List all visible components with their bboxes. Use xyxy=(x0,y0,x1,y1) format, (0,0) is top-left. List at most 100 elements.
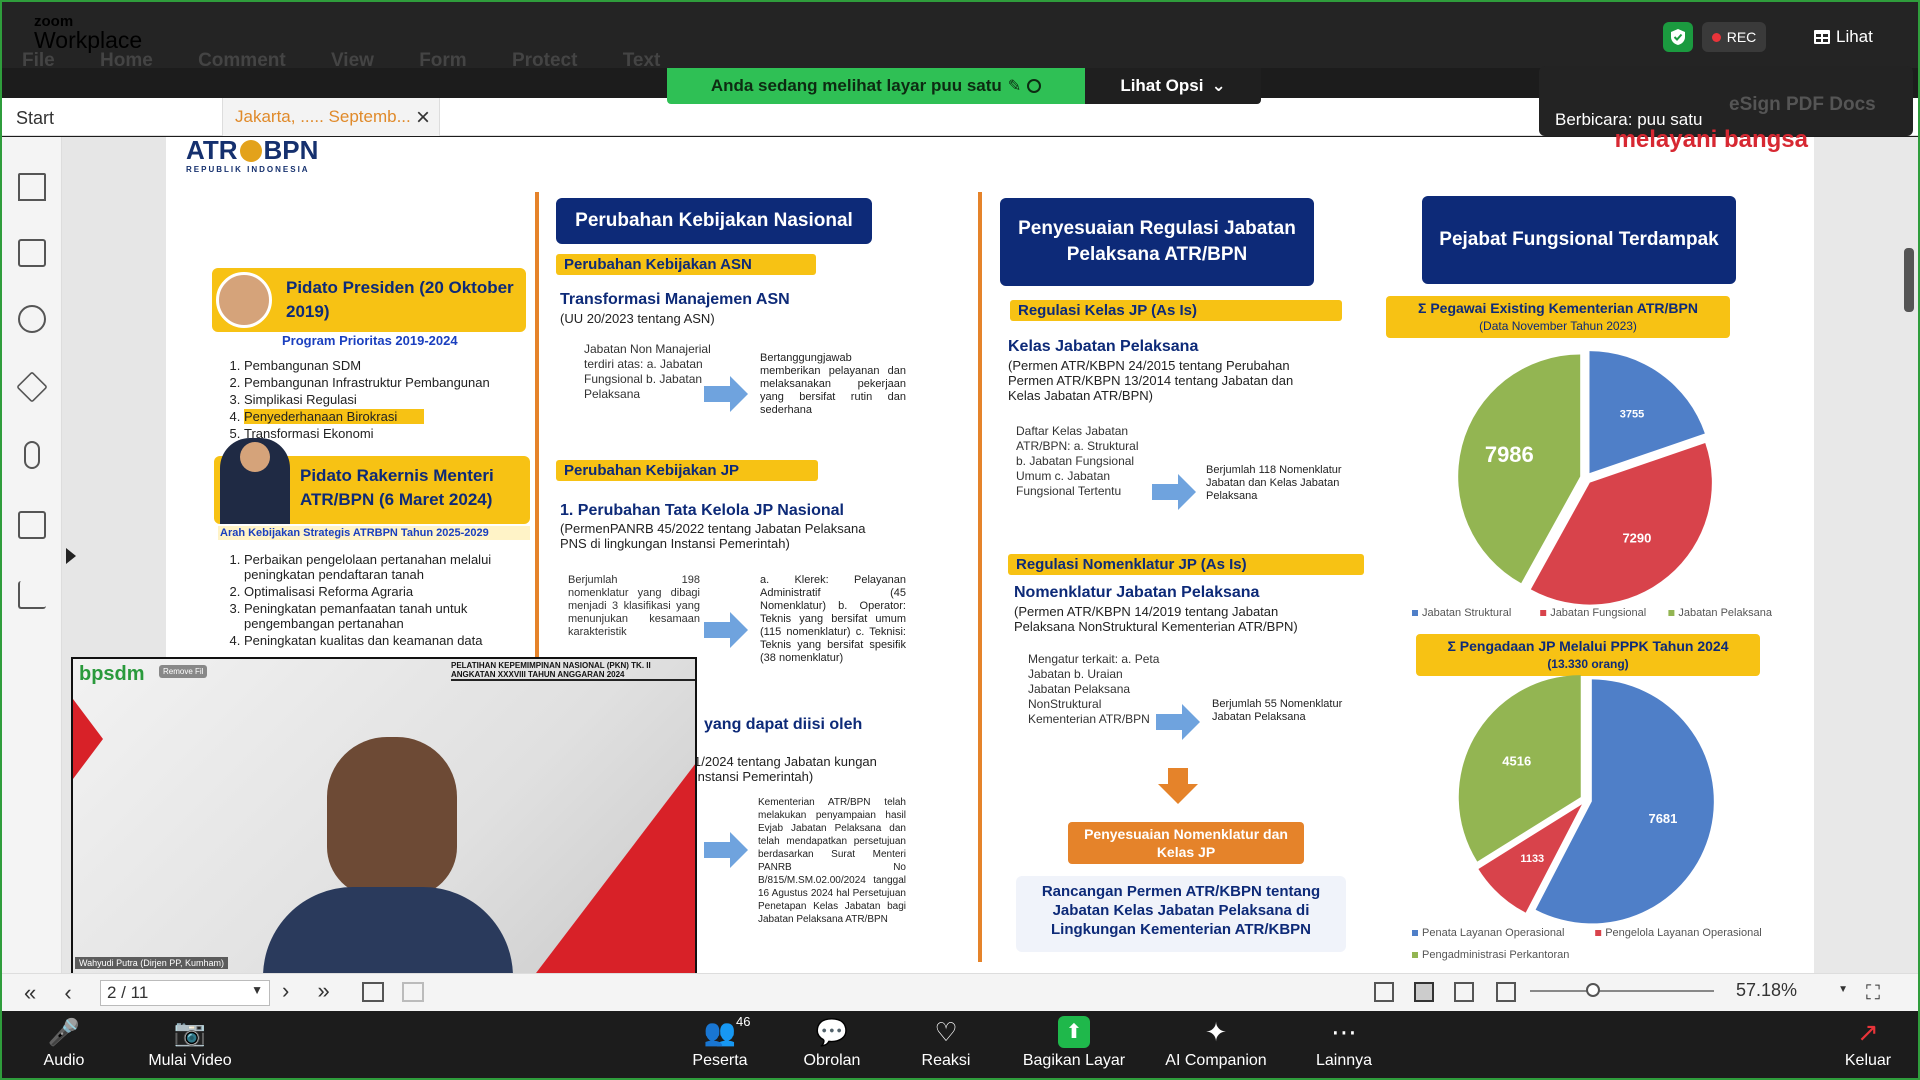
toolbar-participants-label: Peserta xyxy=(692,1052,748,1069)
toolbar-chat-label: Obrolan xyxy=(803,1052,861,1069)
page-nav-forward-buttons[interactable]: › » xyxy=(282,978,330,1004)
toolbar-ai-button[interactable]: ✦ AI Companion xyxy=(1156,1012,1276,1070)
pie-charts: Σ Pegawai Existing Kementerian ATR/BPN (D… xyxy=(1372,288,1792,972)
participant-name: Wahyudi Putra (Dirjen PP, Kumham) xyxy=(75,957,229,969)
expand-panel-icon[interactable] xyxy=(66,548,76,564)
rotate-page-icon[interactable] xyxy=(362,982,384,1002)
kelas-jp-label: Regulasi Kelas JP (As Is) xyxy=(1010,300,1342,321)
jp-policy-label: Perubahan Kebijakan JP xyxy=(556,460,818,481)
arrow-right-icon xyxy=(704,376,748,412)
slice-label: 1133 xyxy=(1520,853,1544,865)
attachment-icon[interactable] xyxy=(24,441,40,469)
toolbar-ai-label: AI Companion xyxy=(1165,1052,1267,1069)
legend-swatch xyxy=(1595,930,1602,936)
slice-label: 3755 xyxy=(1620,409,1644,421)
pie-chart-svg: Σ Pegawai Existing Kementerian ATR/BPN (D… xyxy=(1386,296,1773,961)
view-options-button[interactable]: Lihat Opsi ⌄ xyxy=(1085,68,1261,104)
nomenklatur-left-text: Mengatur terkait: a. Peta Jabatan b. Ura… xyxy=(1028,652,1160,726)
slice-label: 4516 xyxy=(1502,754,1531,769)
legend-swatch xyxy=(1412,930,1418,936)
bpsdm-logo: bpsdm xyxy=(79,663,145,685)
view-label: Lihat xyxy=(1836,27,1873,46)
asn-heading: Transformasi Manajemen ASN xyxy=(560,291,790,308)
zoom-slider[interactable] xyxy=(1530,990,1714,992)
nomenklatur-jp-label: Regulasi Nomenklatur JP (As Is) xyxy=(1008,554,1364,575)
toolbar-audio-button[interactable]: 🎤 Audio xyxy=(4,1012,124,1070)
list-item: Transformasi Ekonomi xyxy=(244,426,534,441)
jp2-heading: yang dapat diisi oleh xyxy=(704,716,863,733)
toolbar-reactions-button[interactable]: ♡ Reaksi xyxy=(886,1012,1006,1070)
esign-label: eSign PDF Docs xyxy=(1729,94,1876,115)
two-page-icon[interactable] xyxy=(1454,982,1474,1002)
nomenklatur-right-text: Berjumlah 55 Nomenklatur Jabatan Pelaksa… xyxy=(1212,698,1343,723)
record-dot-icon xyxy=(1711,32,1721,42)
vertical-scrollbar[interactable] xyxy=(1904,248,1914,312)
asn-law: (UU 20/2023 tentang ASN) xyxy=(560,311,715,326)
grid-icon xyxy=(1814,30,1830,44)
jp-right-text: a. Klerek: Pelayanan Administratif (45 N… xyxy=(760,574,906,664)
microphone-icon: 🎤 xyxy=(47,1017,81,1047)
president-program-subtitle: Program Prioritas 2019-2024 xyxy=(282,333,458,348)
nomenklatur-adjust-box: Penyesuaian Nomenklatur dan Kelas JP xyxy=(1068,822,1304,864)
list-item: Pembangunan SDM xyxy=(244,358,534,373)
view-button[interactable]: Lihat xyxy=(1814,22,1873,52)
layers-icon[interactable] xyxy=(16,371,48,403)
fullscreen-icon[interactable]: ⛶ xyxy=(1866,982,1880,1005)
toolbar-chat-button[interactable]: 💬 Obrolan xyxy=(772,1012,892,1070)
rec-label: REC xyxy=(1726,29,1757,45)
copy-page-icon[interactable] xyxy=(402,982,424,1002)
chat-icon: 💬 xyxy=(815,1017,849,1047)
draft-regulation-box: Rancangan Permen ATR/KBPN tentang Jabata… xyxy=(1016,876,1346,952)
chart-title: Σ Pengadaan JP Melalui PPPK Tahun 2024 xyxy=(1448,638,1729,654)
president-speech-title: Pidato Presiden (20 Oktober 2019) xyxy=(286,278,514,321)
asn-right-text: Bertanggungjawab memberikan pelayanan da… xyxy=(760,352,906,416)
toolbar-share-button[interactable]: ⬆ Bagikan Layar xyxy=(1014,1012,1134,1070)
page-nav-buttons[interactable]: « ‹ xyxy=(24,980,72,1006)
tab-document[interactable]: Jakarta, ..... Septemb... xyxy=(222,98,440,136)
grid-view-icon[interactable] xyxy=(1496,982,1516,1002)
toolbar-leave-label: Keluar xyxy=(1844,1052,1892,1069)
close-icon[interactable]: × xyxy=(416,104,430,132)
jp-law: (PermenPANRB 45/2022 tentang Jabatan Pel… xyxy=(560,521,866,551)
zoom-slider-handle[interactable] xyxy=(1586,983,1600,997)
toolbar-video-button[interactable]: 📷 Mulai Video xyxy=(130,1012,250,1070)
more-icon: ⋯ xyxy=(1331,1017,1357,1047)
people-icon: 👥 xyxy=(703,1017,737,1047)
pages-icon[interactable] xyxy=(18,239,46,267)
continuous-page-icon[interactable] xyxy=(1414,982,1434,1002)
page-number-field[interactable]: 2 / 11 ▼ xyxy=(100,980,270,1006)
slice-label: 7986 xyxy=(1485,442,1534,467)
list-item: Pembangunan Infrastruktur Pembangunan xyxy=(244,375,534,390)
remove-filter-button[interactable]: Remove Fil xyxy=(159,665,208,678)
sparkle-icon: ✦ xyxy=(1205,1017,1227,1047)
toolbar-leave-button[interactable]: ↗ Keluar xyxy=(1808,1012,1918,1070)
logo-subtitle: REPUBLIK INDONESIA xyxy=(186,165,310,174)
arrow-right-icon xyxy=(704,832,748,868)
list-item: Peningkatan kualitas dan keamanan data xyxy=(244,633,534,648)
lock-icon[interactable] xyxy=(18,511,46,539)
microphone-muted-icon: ✎ xyxy=(1007,78,1022,95)
kelas-law: (Permen ATR/KBPN 24/2015 tentang Perubah… xyxy=(1008,358,1294,403)
zoom-level-field[interactable]: 57.18% ▼ xyxy=(1736,980,1848,1001)
toolbar-more-button[interactable]: ⋯ Lainnya xyxy=(1284,1012,1404,1070)
toolbar-participants-button[interactable]: 👥 Peserta 46 xyxy=(660,1012,780,1070)
toolbar-more-label: Lainnya xyxy=(1315,1052,1373,1069)
shield-icon[interactable] xyxy=(1663,22,1693,52)
tab-document-label: Jakarta, ..... Septemb... xyxy=(235,107,411,126)
tab-start[interactable]: Start xyxy=(16,108,54,129)
video-tile[interactable]: bpsdm Remove Fil PELATIHAN KEPEMIMPINAN … xyxy=(71,657,697,975)
arrow-right-icon xyxy=(1156,704,1200,740)
status-circle-icon xyxy=(1027,79,1042,93)
comment-icon[interactable] xyxy=(18,305,46,333)
bookmark-icon[interactable] xyxy=(18,173,46,201)
signature-icon[interactable] xyxy=(18,581,46,609)
asn-policy-label: Perubahan Kebijakan ASN xyxy=(556,254,816,275)
toolbar-audio-label: Audio xyxy=(43,1052,85,1069)
view-options-label: Lihat Opsi xyxy=(1120,76,1204,95)
single-page-icon[interactable] xyxy=(1374,982,1394,1002)
arrow-right-icon xyxy=(704,612,748,648)
kelas-right-text: Berjumlah 118 Nomenklatur Jabatan dan Ke… xyxy=(1206,464,1342,502)
recording-badge[interactable]: REC xyxy=(1702,22,1766,52)
kelas-heading: Kelas Jabatan Pelaksana xyxy=(1008,338,1199,355)
atr-bpn-logo: ATR BPN xyxy=(186,135,319,165)
